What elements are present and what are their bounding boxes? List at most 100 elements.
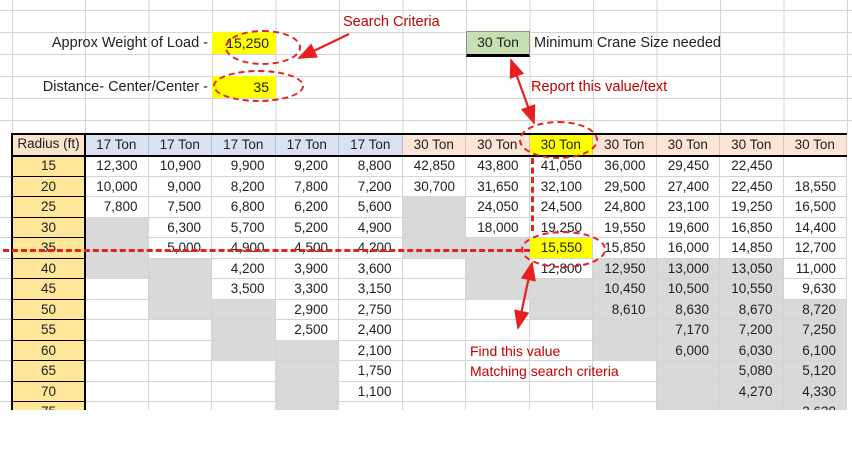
cell[interactable] [466,402,530,410]
cell[interactable] [530,402,593,410]
cell[interactable] [720,402,784,410]
cell[interactable]: 18,550 [783,176,847,197]
cell[interactable] [339,402,403,410]
cell[interactable] [149,402,212,410]
cell[interactable]: 32,100 [529,176,593,197]
cell[interactable]: 12,300 [85,156,149,177]
cell[interactable]: 8,610 [593,299,657,320]
cell[interactable] [529,320,593,341]
radius-cell[interactable]: 60 [12,340,85,361]
cell[interactable] [593,402,657,410]
radius-cell[interactable]: 70 [12,381,85,402]
cell[interactable]: 3,630 [783,402,847,410]
cell[interactable] [85,279,149,300]
cell[interactable] [529,381,593,402]
cell[interactable]: 6,200 [275,197,339,218]
cell[interactable] [402,361,466,382]
cell[interactable] [402,299,466,320]
cell[interactable] [403,402,466,410]
cell[interactable]: 7,800 [85,197,149,218]
cell[interactable] [85,340,149,361]
cell[interactable]: 11,000 [783,258,847,279]
cell[interactable]: 3,300 [275,279,339,300]
cell[interactable]: 22,450 [720,156,784,177]
cell[interactable]: 5,120 [783,361,847,382]
cell[interactable] [275,361,339,382]
cell[interactable]: 3,600 [339,258,403,279]
col-header[interactable]: 30 Ton [783,133,847,156]
cell[interactable]: 7,800 [275,176,339,197]
cell[interactable]: 9,000 [148,176,212,197]
radius-cell[interactable]: 75 [12,402,85,410]
cell[interactable]: 7,170 [656,320,720,341]
cell[interactable] [402,381,466,402]
cell[interactable] [275,381,339,402]
cell[interactable]: 12,950 [593,258,657,279]
cell[interactable] [85,258,149,279]
cell[interactable]: 23,100 [656,197,720,218]
cell[interactable]: 4,200 [212,258,276,279]
cell[interactable] [148,299,212,320]
cell[interactable] [148,340,212,361]
radius-cell[interactable]: 55 [12,320,85,341]
crane-size-result-cell[interactable]: 30 Ton [466,31,530,57]
cell[interactable]: 8,800 [339,156,403,177]
cell[interactable]: 9,630 [783,279,847,300]
radius-cell[interactable]: 30 [12,217,85,238]
cell[interactable] [466,258,530,279]
cell[interactable]: 1,100 [339,381,403,402]
cell[interactable]: 3,500 [212,279,276,300]
cell[interactable]: 6,000 [656,340,720,361]
cell[interactable]: 2,900 [275,299,339,320]
radius-cell[interactable]: 20 [12,176,85,197]
cell[interactable] [212,402,276,410]
cell[interactable] [593,340,657,361]
cell[interactable] [85,402,149,410]
cell[interactable]: 12,700 [783,238,847,259]
cell[interactable] [85,381,149,402]
cell[interactable] [85,299,149,320]
cell[interactable] [85,320,149,341]
cell[interactable]: 24,050 [466,197,530,218]
col-header[interactable]: 17 Ton [85,133,149,156]
cell[interactable]: 16,850 [720,217,784,238]
cell[interactable]: 7,200 [720,320,784,341]
col-header[interactable]: 30 Ton [720,133,784,156]
cell[interactable] [402,197,466,218]
cell[interactable]: 5,080 [720,361,784,382]
cell[interactable] [402,340,466,361]
cell[interactable] [212,340,276,361]
cell[interactable] [529,299,593,320]
col-header[interactable]: 17 Ton [212,133,276,156]
cell[interactable]: 10,900 [148,156,212,177]
cell[interactable] [593,381,657,402]
cell[interactable]: 6,030 [720,340,784,361]
col-header[interactable]: 30 Ton [656,133,720,156]
cell[interactable]: 19,250 [720,197,784,218]
cell[interactable]: 3,150 [339,279,403,300]
cell[interactable]: 24,800 [593,197,657,218]
cell[interactable]: 7,500 [148,197,212,218]
cell[interactable] [148,320,212,341]
cell[interactable]: 22,450 [720,176,784,197]
cell[interactable]: 27,400 [656,176,720,197]
cell[interactable] [402,217,466,238]
radius-cell[interactable]: 50 [12,299,85,320]
cell[interactable]: 4,270 [720,381,784,402]
cell[interactable]: 24,500 [529,197,593,218]
radius-header-cell[interactable]: Radius (ft) [12,133,85,156]
cell[interactable]: 19,600 [656,217,720,238]
cell[interactable]: 10,000 [85,176,149,197]
cell[interactable]: 10,450 [593,279,657,300]
cell[interactable]: 2,750 [339,299,403,320]
cell[interactable]: 8,670 [720,299,784,320]
cell[interactable] [275,402,339,410]
cell[interactable] [148,381,212,402]
cell[interactable]: 36,000 [593,156,657,177]
cell[interactable]: 10,550 [720,279,784,300]
cell[interactable] [85,361,149,382]
cell[interactable]: 14,400 [783,217,847,238]
cell[interactable] [466,381,530,402]
cell[interactable]: 29,500 [593,176,657,197]
col-header[interactable]: 30 Ton [593,133,657,156]
